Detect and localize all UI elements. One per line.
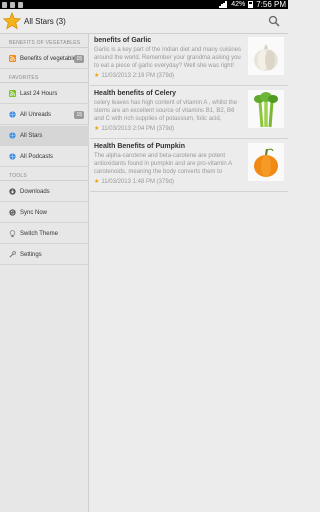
celery-image [248, 90, 284, 128]
status-bar: 42% 7:56 PM [0, 0, 288, 9]
article-title: Health benefits of Celery [94, 90, 177, 97]
sync-icon [8, 209, 16, 217]
article-item[interactable]: benefits of Garlic Garlic is a key part … [90, 34, 288, 86]
sidebar-item-label: Sync Now [20, 209, 48, 216]
navigation-sidebar: BENEFITS OF VEGETABLES Benefits of veget… [0, 34, 89, 512]
sidebar-item-settings[interactable]: Settings [0, 245, 89, 265]
article-excerpt: celery leaves has high content of vitami… [94, 100, 238, 122]
unread-count-badge: 15 [74, 55, 84, 63]
sidebar-item-label: Downloads [20, 188, 50, 195]
article-title: benefits of Garlic [94, 37, 152, 44]
sidebar-item-switch-theme[interactable]: Switch Theme [0, 224, 89, 244]
globe-icon [8, 132, 16, 140]
article-title: Health Benefits of Pumpkin [94, 143, 186, 150]
signal-icon [219, 1, 228, 8]
sidebar-item-label: All Unreads [20, 111, 52, 118]
sidebar-item-label: Benefits of vegetables [20, 55, 80, 62]
sidebar-item-all-stars[interactable]: All Stars [0, 126, 89, 146]
sidebar-item-downloads[interactable]: Downloads [0, 182, 89, 202]
sidebar-item-label: Switch Theme [20, 230, 58, 237]
garlic-image [248, 37, 284, 75]
rss-icon [8, 90, 16, 98]
clock: 7:56 PM [256, 0, 286, 9]
notification-icons [2, 0, 23, 9]
sidebar-item-benefits-of-vegetables[interactable]: Benefits of vegetables 15 [0, 49, 89, 69]
notification-icon [18, 1, 23, 8]
globe-icon [8, 153, 16, 161]
article-item[interactable]: Health benefits of Celery celery leaves … [90, 87, 288, 139]
sidebar-item-all-podcasts[interactable]: All Podcasts [0, 147, 89, 167]
article-date: 11/03/2013 2:04 PM (379d) [101, 125, 174, 132]
star-icon[interactable]: ★ [94, 72, 99, 79]
unread-count-badge: 15 [74, 111, 84, 119]
rss-icon [8, 55, 16, 63]
sidebar-item-label: All Stars [20, 132, 43, 139]
sidebar-item-all-unreads[interactable]: All Unreads 15 [0, 105, 89, 125]
sidebar-item-label: Last 24 Hours [20, 90, 58, 97]
section-header-feeds: BENEFITS OF VEGETABLES [9, 40, 81, 46]
sidebar-item-sync-now[interactable]: Sync Now [0, 203, 89, 223]
page-title: All Stars (3) [24, 17, 66, 26]
star-icon[interactable]: ★ [94, 125, 99, 132]
article-excerpt: Garlic is a key part of the Indian diet … [94, 47, 242, 69]
article-date: 11/03/2013 1:48 PM (379d) [101, 178, 174, 185]
wrench-icon [8, 251, 16, 259]
section-header-tools: TOOLS [9, 173, 27, 179]
notification-icon [10, 1, 15, 8]
pumpkin-image [248, 143, 284, 181]
battery-percent: 42% [231, 1, 246, 8]
section-header-favorites: FAVORITES [9, 75, 39, 81]
sidebar-item-label: All Podcasts [20, 153, 54, 160]
article-list: benefits of Garlic Garlic is a key part … [90, 34, 288, 512]
search-icon[interactable] [268, 15, 280, 27]
download-icon [8, 188, 16, 196]
article-date: 11/03/2013 2:19 PM (379d) [101, 72, 174, 79]
battery-icon [248, 1, 254, 8]
notification-icon [2, 1, 7, 8]
article-item[interactable]: Health Benefits of Pumpkin The alpha-car… [90, 140, 288, 192]
lightbulb-icon [8, 229, 16, 238]
star-icon[interactable] [3, 11, 21, 31]
action-bar: All Stars (3) [0, 9, 288, 34]
star-icon[interactable]: ★ [94, 178, 99, 185]
sidebar-item-last-24-hours[interactable]: Last 24 Hours [0, 84, 89, 104]
sidebar-item-label: Settings [20, 251, 42, 258]
globe-icon [8, 111, 16, 119]
article-excerpt: The alpha-carotene and beta-carotene are… [94, 153, 232, 175]
